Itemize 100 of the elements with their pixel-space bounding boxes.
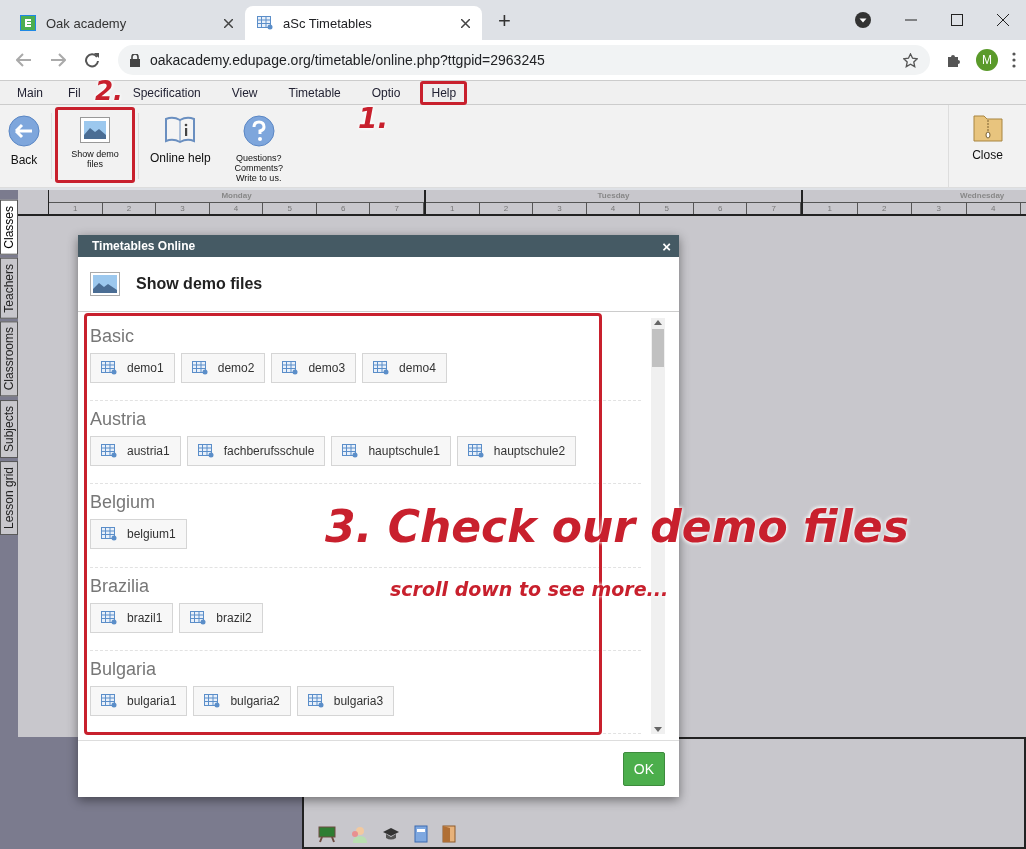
period-header: 5 (263, 203, 317, 214)
group-title: Austria (90, 409, 147, 431)
side-tab[interactable]: Lesson grid (0, 460, 18, 535)
period-header: 2 (102, 203, 157, 214)
demo-file-button[interactable]: hauptschule2 (456, 436, 577, 467)
period-header: 1 (803, 203, 858, 214)
demo-file-button[interactable]: demo2 (180, 353, 266, 383)
close-button[interactable]: × (662, 237, 671, 255)
puzzle-icon[interactable] (946, 52, 962, 68)
period-header: 3 (156, 203, 210, 214)
period-header: 7 (370, 203, 425, 214)
scroll-thumb[interactable] (652, 329, 664, 367)
tab-title: aSc Timetables (283, 15, 373, 31)
menu-item[interactable]: Fil (57, 80, 92, 105)
day-header: Monday (49, 190, 424, 203)
side-tab[interactable]: Classrooms (0, 321, 18, 397)
toolbar-button[interactable]: Questions? Comments? Write to us. (218, 105, 299, 187)
period-header: 6 (693, 203, 748, 214)
timetable-icon (190, 610, 207, 625)
demo-file-button[interactable]: austria1 (90, 436, 181, 467)
period-header: 1 (426, 203, 480, 214)
timetable-icon (204, 693, 221, 708)
tab-title: Oak academy (46, 15, 128, 31)
menu-item[interactable]: View (220, 80, 269, 105)
timetable-icon (257, 16, 273, 30)
toolbar-button[interactable]: Online help (142, 105, 219, 187)
chalkboard-icon[interactable] (318, 825, 336, 843)
side-tab[interactable]: Classes (0, 200, 18, 255)
demo-file-button[interactable]: demo1 (90, 353, 175, 383)
group-title: Basic (90, 326, 134, 347)
annotation-text: 2. (95, 78, 123, 104)
browser-tab[interactable]: aSc Timetables (245, 6, 482, 40)
menu-item[interactable]: Specification (121, 80, 212, 105)
close-icon[interactable] (997, 14, 1009, 26)
period-header: 1 (49, 203, 103, 214)
menu-item[interactable]: Optio (360, 80, 412, 105)
annotation-text: 1. (358, 105, 389, 133)
timetable-icon (197, 444, 214, 459)
period-header: 6 (316, 203, 371, 214)
timetable-icon (101, 527, 117, 542)
new-tab-button[interactable]: + (492, 7, 517, 35)
star-icon[interactable] (903, 52, 918, 68)
dialog-heading: Show demo files (136, 275, 263, 293)
period-header: 7 (747, 203, 802, 214)
close-icon[interactable] (461, 18, 470, 28)
browser-tab[interactable]: Oak academy (8, 6, 245, 40)
book-icon[interactable] (414, 825, 428, 843)
demo-file-button[interactable]: demo4 (362, 353, 447, 383)
group-title: Belgium (90, 492, 156, 514)
timetable-icon (373, 361, 390, 375)
period-header: 4 (209, 203, 264, 214)
demo-file-button[interactable]: bulgaria1 (90, 685, 188, 716)
scroll-down-icon[interactable] (654, 727, 662, 732)
picture-icon (80, 117, 110, 143)
period-header: 2 (857, 203, 912, 214)
reload-icon[interactable] (84, 52, 100, 68)
question-icon (242, 115, 275, 147)
menu-icon[interactable] (1012, 52, 1016, 68)
period-header: 2 (479, 203, 534, 214)
address-bar[interactable]: oakacademy.edupage.org/timetable/online.php?ttgpid=2963245 (118, 45, 930, 75)
timetable-icon (101, 693, 117, 708)
toolbar-button[interactable]: Show demo files (55, 107, 135, 183)
dropdown-icon[interactable] (855, 12, 871, 28)
demo-file-button[interactable]: demo3 (271, 353, 357, 383)
toolbar-button[interactable]: Back (0, 105, 48, 187)
timetable-icon (342, 444, 359, 459)
group-title: Bulgaria (90, 658, 157, 680)
timetable-icon (101, 444, 117, 459)
scroll-up-icon[interactable] (654, 320, 662, 325)
book-info-icon (164, 115, 197, 145)
demo-file-button[interactable]: bulgaria2 (193, 685, 291, 716)
day-header: Tuesday (426, 190, 801, 203)
maximize-icon[interactable] (951, 14, 963, 26)
menu-item[interactable]: Main (6, 80, 54, 105)
day-header: Wednesday (803, 190, 1026, 203)
menu-item[interactable]: Help (420, 80, 468, 105)
demo-file-button[interactable]: brazil2 (179, 602, 263, 633)
close-button[interactable]: Close (948, 105, 1026, 187)
group-title: Brazilia (90, 575, 150, 597)
menu-item[interactable]: Timetable (277, 80, 352, 105)
side-tab[interactable]: Teachers (0, 257, 18, 319)
demo-file-button[interactable]: fachberufsschule (186, 436, 326, 467)
period-header: 3 (533, 203, 587, 214)
e-logo-icon (20, 15, 36, 31)
demo-file-button[interactable]: hauptschule1 (331, 436, 451, 467)
demo-file-button[interactable]: brazil1 (90, 602, 174, 633)
timetable-icon (191, 361, 208, 375)
timetable-icon (307, 693, 324, 708)
timetable-icon (101, 361, 117, 375)
timetable-icon (101, 610, 117, 625)
timetable-icon (282, 361, 299, 375)
demo-file-button[interactable]: belgium1 (90, 519, 187, 550)
lock-icon (130, 53, 140, 67)
dialog-title: Timetables Online (92, 239, 196, 253)
picture-icon (90, 272, 120, 296)
url-text: oakacademy.edupage.org/timetable/online.php?ttgpid=2963245 (150, 52, 546, 68)
period-header: 5 (640, 203, 694, 214)
demo-file-button[interactable]: bulgaria3 (296, 685, 395, 716)
close-icon[interactable] (224, 18, 233, 28)
side-tab[interactable]: Subjects (0, 399, 18, 458)
